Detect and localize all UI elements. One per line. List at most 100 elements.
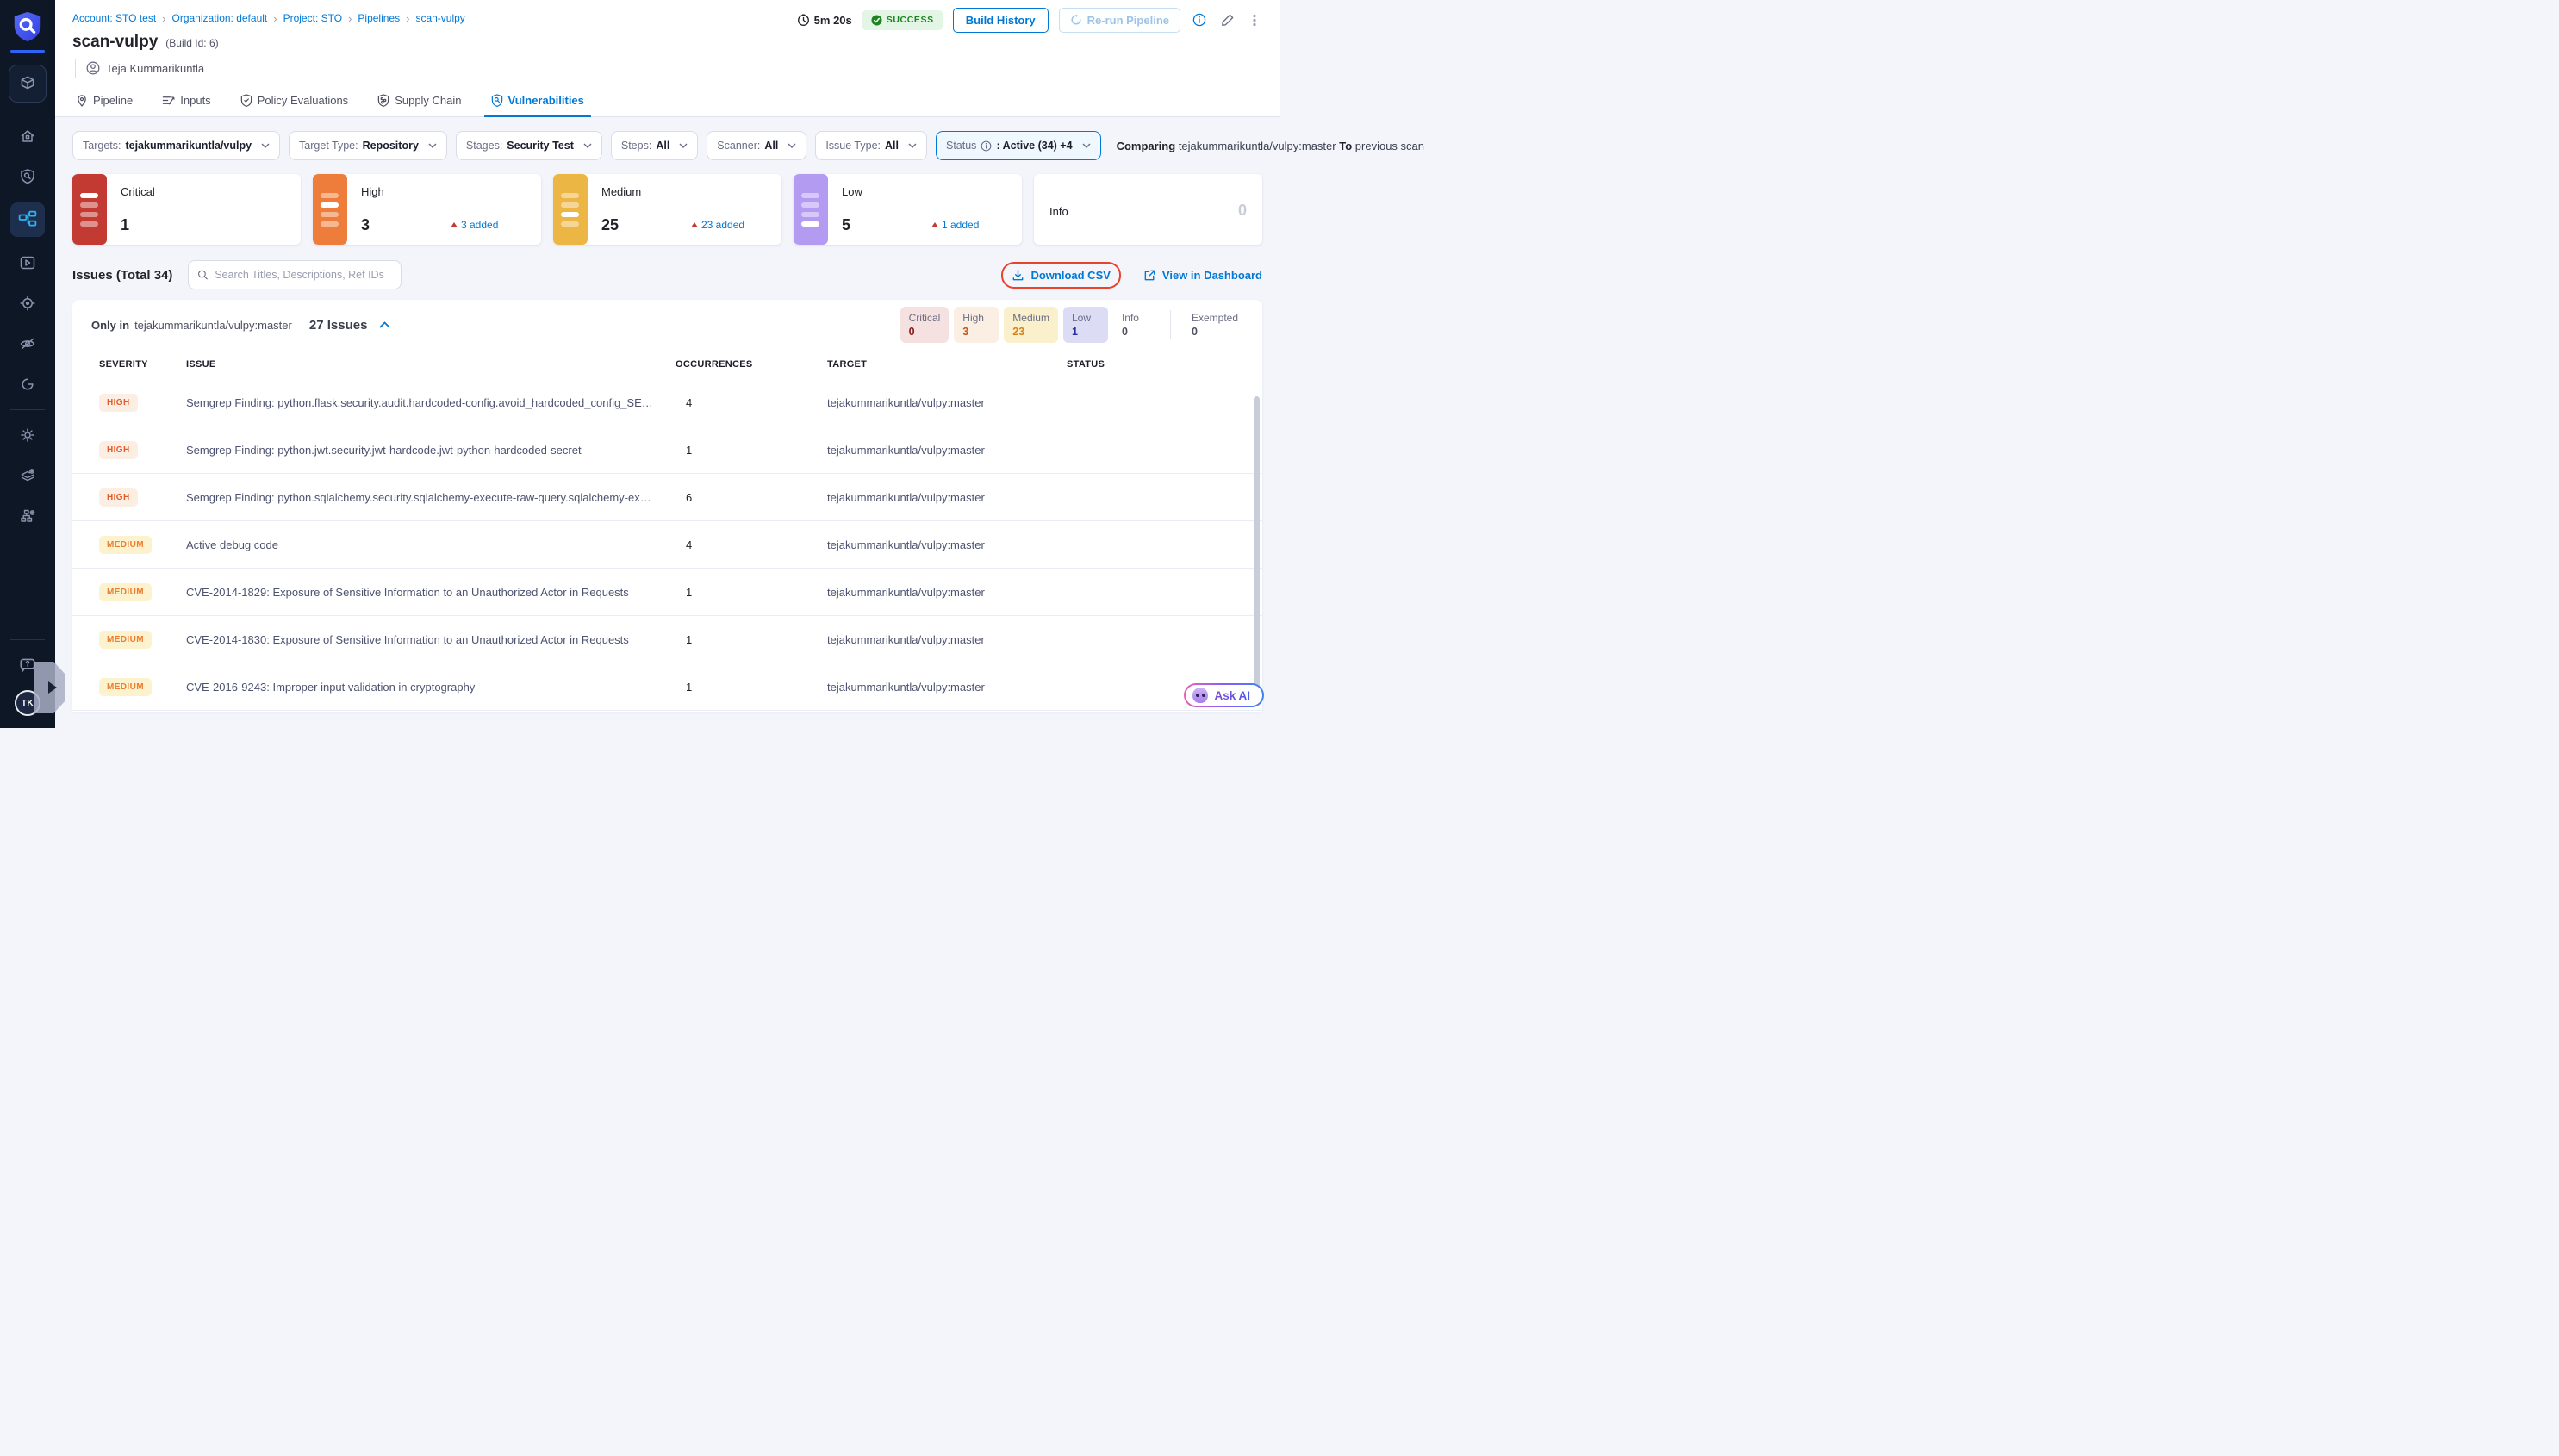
- network-gear-icon: [19, 507, 36, 525]
- chevron-down-icon: [428, 143, 437, 148]
- card-medium[interactable]: Medium 25 23 added: [553, 174, 781, 245]
- supply-chain-shield-icon: [377, 94, 389, 107]
- build-history-button[interactable]: Build History: [953, 8, 1049, 33]
- breadcrumb-account[interactable]: Account: STO test: [72, 12, 156, 24]
- executions-icon: [19, 254, 36, 271]
- author-row: Teja Kummarikuntla: [75, 59, 1262, 78]
- tab-inputs[interactable]: Inputs: [160, 86, 212, 116]
- issues-toolbar: Issues (Total 34) Download CSV View in D…: [55, 245, 1280, 289]
- card-critical[interactable]: Critical 1: [72, 174, 301, 245]
- more-options-icon[interactable]: [1247, 11, 1262, 29]
- sidebar-item-scans[interactable]: [10, 162, 45, 191]
- edit-pipeline-icon[interactable]: [1218, 11, 1236, 29]
- filter-bar: Targets:tejakummarikuntla/vulpy Target T…: [55, 117, 1280, 160]
- scrollbar-thumb[interactable]: [1254, 396, 1260, 696]
- added-count: 3 added: [451, 219, 498, 231]
- filter-steps[interactable]: Steps:All: [611, 131, 698, 160]
- medium-severity-icon: [553, 174, 588, 245]
- sidebar-item-exemptions[interactable]: [10, 329, 45, 358]
- critical-severity-icon: [72, 174, 107, 245]
- added-count: 1 added: [931, 219, 979, 231]
- table-row[interactable]: MEDIUM CVE-2016-9243: Improper input val…: [72, 663, 1262, 711]
- svg-text:?: ?: [25, 659, 29, 668]
- issue-title: Semgrep Finding: python.sqlalchemy.secur…: [186, 491, 676, 504]
- tab-supply-chain[interactable]: Supply Chain: [376, 86, 463, 116]
- breadcrumb-project[interactable]: Project: STO: [283, 12, 342, 24]
- sidebar-item-project-settings[interactable]: [10, 420, 45, 450]
- sidebar-item-pipelines[interactable]: [10, 202, 45, 237]
- expand-arrow-icon: [48, 681, 57, 694]
- chevron-up-icon[interactable]: [379, 321, 390, 328]
- table-row[interactable]: MEDIUM Active debug code 4 tejakummariku…: [72, 521, 1262, 569]
- issues-panel: Only in tejakummarikuntla/vulpy:master 2…: [72, 300, 1262, 712]
- target: tejakummarikuntla/vulpy:master: [827, 586, 1067, 599]
- chip-low: Low1: [1063, 307, 1108, 343]
- target: tejakummarikuntla/vulpy:master: [827, 633, 1067, 646]
- pipelines-icon: [18, 210, 37, 229]
- sidebar-item-home[interactable]: [10, 121, 45, 151]
- table-row[interactable]: MEDIUM CVE-2014-1829: Exposure of Sensit…: [72, 569, 1262, 616]
- sidebar-item-module-selector[interactable]: [9, 65, 47, 103]
- chevron-down-icon: [679, 143, 688, 148]
- refresh-icon: [1070, 14, 1082, 26]
- triangle-up-icon: [931, 222, 938, 227]
- card-info[interactable]: Info 0: [1034, 174, 1262, 245]
- download-csv-button[interactable]: Download CSV: [1012, 269, 1110, 282]
- header-actions: 5m 20s SUCCESS Build History Re-run Pipe…: [797, 9, 1262, 31]
- table-row[interactable]: HIGH Semgrep Finding: python.flask.secur…: [72, 379, 1262, 426]
- sidebar-item-executions[interactable]: [10, 248, 45, 277]
- filter-target-type[interactable]: Target Type:Repository: [289, 131, 447, 160]
- card-high[interactable]: High 3 3 added: [313, 174, 541, 245]
- view-in-dashboard-button[interactable]: View in Dashboard: [1143, 269, 1262, 282]
- policy-shield-check-icon: [240, 94, 252, 107]
- severity-cards: Critical 1 High 3 3 added Medium 25 23 a…: [55, 160, 1280, 245]
- info-icon[interactable]: [1191, 11, 1208, 28]
- sidebar-item-getting-started[interactable]: [10, 370, 45, 399]
- sidebar-item-org-settings[interactable]: [10, 501, 45, 531]
- filter-stages[interactable]: Stages:Security Test: [456, 131, 602, 160]
- table-row[interactable]: MEDIUM CVE-2017-11424: PyJWT ... 1 tejak…: [72, 711, 1262, 712]
- filter-targets[interactable]: Targets:tejakummarikuntla/vulpy: [72, 131, 280, 160]
- filter-scanner[interactable]: Scanner:All: [707, 131, 806, 160]
- tab-vulnerabilities[interactable]: Vulnerabilities: [489, 86, 586, 116]
- external-link-icon: [1143, 269, 1156, 282]
- card-low[interactable]: Low 5 1 added: [794, 174, 1022, 245]
- severity-badge: MEDIUM: [99, 678, 152, 696]
- added-count: 23 added: [691, 219, 744, 231]
- user-icon: [86, 61, 100, 75]
- occurrences: 1: [676, 633, 827, 646]
- breadcrumb-pipelines[interactable]: Pipelines: [358, 12, 400, 24]
- sidebar-item-targets[interactable]: [10, 289, 45, 318]
- high-severity-icon: [313, 174, 347, 245]
- search-box: [188, 260, 402, 289]
- info-icon: [981, 140, 992, 152]
- table-row[interactable]: MEDIUM CVE-2014-1830: Exposure of Sensit…: [72, 616, 1262, 663]
- sidebar-item-default-settings[interactable]: [10, 461, 45, 490]
- table-row[interactable]: HIGH Semgrep Finding: python.sqlalchemy.…: [72, 474, 1262, 521]
- chip-high: High3: [954, 307, 999, 343]
- gear-icon: [19, 426, 36, 444]
- sidebar-nav: [10, 121, 45, 399]
- ask-ai-button[interactable]: Ask AI: [1184, 683, 1264, 707]
- search-input[interactable]: [215, 269, 392, 281]
- issue-title: CVE-2014-1829: Exposure of Sensitive Inf…: [186, 586, 676, 599]
- breadcrumb-current[interactable]: scan-vulpy: [415, 12, 464, 24]
- shield-search-icon: [19, 168, 36, 185]
- chip-medium: Medium23: [1004, 307, 1058, 343]
- occurrences: 1: [676, 586, 827, 599]
- sidebar-settings-group: [10, 420, 45, 531]
- chip-critical: Critical0: [900, 307, 950, 343]
- filter-status[interactable]: Status : Active (34) +4: [936, 131, 1101, 160]
- issue-title: CVE-2016-9243: Improper input validation…: [186, 681, 676, 694]
- target: tejakummarikuntla/vulpy:master: [827, 681, 1067, 694]
- breadcrumb-organization[interactable]: Organization: default: [172, 12, 268, 24]
- vulnerabilities-shield-search-icon: [491, 94, 503, 107]
- rerun-pipeline-button[interactable]: Re-run Pipeline: [1059, 8, 1180, 33]
- filter-issue-type[interactable]: Issue Type:All: [815, 131, 927, 160]
- chip-exempted: Exempted0: [1183, 307, 1247, 343]
- tab-policy-evaluations[interactable]: Policy Evaluations: [239, 86, 351, 116]
- eye-off-icon: [19, 335, 36, 352]
- table-row[interactable]: HIGH Semgrep Finding: python.jwt.securit…: [72, 426, 1262, 474]
- tab-pipeline[interactable]: Pipeline: [74, 86, 134, 116]
- target: tejakummarikuntla/vulpy:master: [827, 491, 1067, 504]
